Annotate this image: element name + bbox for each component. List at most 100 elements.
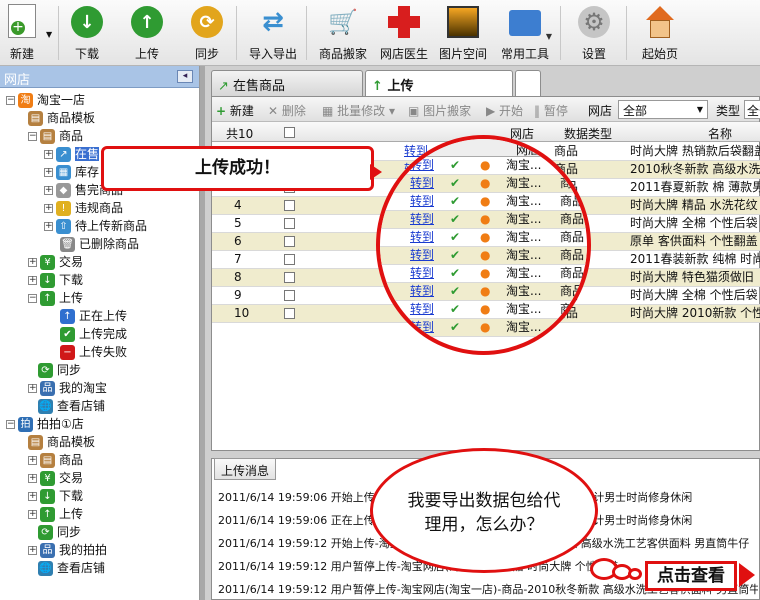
expand-icon[interactable]: + — [44, 186, 53, 195]
tab-on-sale[interactable]: ↗ 在售商品 — [211, 70, 363, 96]
common-tools-button[interactable]: 常用工具 ▼ — [496, 0, 554, 64]
status-ok-icon: ✔ — [450, 230, 461, 244]
tree-item-download-2[interactable]: + ↓ 下载 — [28, 487, 83, 505]
globe-icon: 🌐 — [38, 399, 53, 414]
tree-item-trade[interactable]: + ¥ 交易 — [28, 253, 83, 271]
tree-label: 拍拍①店 — [37, 417, 84, 431]
row-checkbox[interactable] — [284, 305, 295, 322]
tab-new[interactable] — [515, 70, 541, 96]
collapse-icon[interactable]: − — [28, 132, 37, 141]
red-cross-icon — [388, 6, 420, 38]
tree-label: 查看店铺 — [57, 399, 106, 413]
row-checkbox[interactable] — [284, 269, 295, 286]
tree-item-my-taobao[interactable]: + 品我的淘宝 — [28, 379, 107, 397]
expand-icon[interactable]: + — [28, 276, 37, 285]
tree-item-sync[interactable]: ⟳ 同步 — [38, 361, 81, 379]
expand-icon[interactable]: + — [44, 150, 53, 159]
magnified-type: 商品 — [560, 302, 585, 316]
picture-space-button[interactable]: 图片空间 — [436, 0, 490, 64]
expand-icon[interactable]: + — [28, 456, 37, 465]
tree-shop-paipai[interactable]: − 拍拍拍①店 — [6, 415, 84, 433]
tree-label: 商品 — [59, 453, 84, 467]
collapse-icon[interactable]: − — [28, 294, 37, 303]
grid-image-move-button[interactable]: ▣ 图片搬家 — [408, 102, 471, 119]
upload-button[interactable]: ↑ 上传 — [124, 0, 170, 64]
sync-button[interactable]: ⟳ 同步 — [184, 0, 230, 64]
tools-folder-icon — [509, 10, 541, 36]
taobao-icon: ● — [480, 284, 491, 298]
row-checkbox[interactable] — [284, 197, 295, 214]
col-name[interactable]: 名称 — [708, 125, 732, 142]
new-dropdown-arrow[interactable]: ▼ — [46, 30, 52, 39]
shop-filter-select[interactable]: 全部 ▼ — [618, 100, 708, 119]
row-checkbox[interactable] — [284, 233, 295, 250]
tree-label: 违规商品 — [75, 201, 124, 215]
import-export-icon: ⇄ — [262, 7, 284, 37]
tree-item-upload-done[interactable]: ✔ 上传完成 — [60, 325, 127, 343]
tree-item-uploading[interactable]: ↑ 正在上传 — [60, 307, 127, 325]
row-number: 10 — [234, 306, 250, 320]
settings-button[interactable]: ⚙ 设置 — [568, 0, 620, 64]
home-button[interactable]: 起始页 — [634, 0, 686, 64]
expand-icon[interactable]: + — [28, 384, 37, 393]
tree-shop-taobao[interactable]: − 淘淘宝一店 — [6, 91, 85, 109]
row-checkbox[interactable] — [284, 215, 295, 232]
download-button[interactable]: ↓ 下载 — [64, 0, 110, 64]
magnified-type: 商品 — [560, 230, 585, 244]
expand-icon[interactable]: + — [28, 546, 37, 555]
tools-dropdown-arrow[interactable]: ▼ — [546, 32, 552, 41]
expand-icon[interactable]: + — [28, 258, 37, 267]
row-number: 8 — [234, 270, 242, 284]
tree-item-template[interactable]: ▤ 商品模板 — [28, 109, 95, 127]
tree-item-view-shop-2[interactable]: 🌐 查看店铺 — [38, 559, 105, 577]
new-button[interactable]: + 新建 — [0, 0, 44, 64]
tab-upload[interactable]: ↑ 上传 — [365, 70, 513, 96]
collapse-icon[interactable]: − — [6, 420, 15, 429]
magnified-shop: 淘宝... — [506, 176, 542, 190]
grid-batch-edit-button[interactable]: ▦ 批量修改 ▾ — [322, 102, 395, 119]
tree-item-sync-2[interactable]: ⟳ 同步 — [38, 523, 81, 541]
log-tab[interactable]: 上传消息 — [214, 458, 277, 480]
tree-item-deleted[interactable]: 🗑 已删除商品 — [60, 235, 139, 253]
import-export-button[interactable]: ⇄ 导入导出 — [244, 0, 302, 64]
magnified-row: 转到 ✔ ● 淘宝... 商品 — [380, 211, 587, 229]
row-checkbox[interactable] — [284, 251, 295, 268]
collapse-icon[interactable]: − — [6, 96, 15, 105]
tree-item-view-shop[interactable]: 🌐 查看店铺 — [38, 397, 105, 415]
shop-doctor-button[interactable]: 网店医生 — [378, 0, 430, 64]
grid-start-button[interactable]: ▶ 开始 — [486, 102, 523, 119]
row-name: 2011春夏新款 棉 薄款男 — [630, 180, 760, 194]
move-goods-button[interactable]: 🛒 商品搬家 — [312, 0, 374, 64]
tree-item-goods[interactable]: − ▤ 商品 — [28, 127, 83, 145]
tree-item-stock[interactable]: + ▦ 库存 — [44, 163, 99, 181]
grid-delete-button[interactable]: ✕ 删除 — [268, 102, 306, 119]
expand-icon[interactable]: + — [44, 168, 53, 177]
row-checkbox[interactable] — [284, 287, 295, 304]
expand-icon[interactable]: + — [44, 204, 53, 213]
tree-item-on-sale[interactable]: + ↗ 在售 — [44, 145, 100, 163]
expand-icon[interactable]: + — [28, 474, 37, 483]
type-filter-select[interactable]: 全部 — [744, 100, 760, 119]
col-select[interactable] — [284, 125, 295, 139]
pin-panel-button[interactable]: ◂ — [177, 70, 193, 83]
tree-item-upload-failed[interactable]: − 上传失败 — [60, 343, 127, 361]
tree-item-upload-2[interactable]: + ↑ 上传 — [28, 505, 83, 523]
expand-icon[interactable]: + — [44, 222, 53, 231]
tree-item-trade-2[interactable]: + ¥ 交易 — [28, 469, 83, 487]
tree-item-upload[interactable]: − ↑ 上传 — [28, 289, 83, 307]
tree-item-my-paipai[interactable]: + 品我的拍拍 — [28, 541, 107, 559]
tree-item-goods-2[interactable]: + ▤ 商品 — [28, 451, 83, 469]
row-name: 时尚大牌 热销款后袋翻盖 — [630, 144, 760, 158]
expand-icon[interactable]: + — [28, 510, 37, 519]
tree-item-download[interactable]: + ↓ 下载 — [28, 271, 83, 289]
expand-icon[interactable]: + — [28, 492, 37, 501]
tree-item-violation[interactable]: +! 违规商品 — [44, 199, 123, 217]
tab-bar: ↗ 在售商品 ↑ 上传 — [205, 70, 760, 96]
tree-item-pending[interactable]: + ⇧ 待上传新商品 — [44, 217, 147, 235]
tree-item-template-2[interactable]: ▤ 商品模板 — [28, 433, 95, 451]
grid-pause-button[interactable]: ‖ 暂停 — [534, 102, 568, 119]
click-view-button[interactable]: 点击查看 — [645, 561, 737, 591]
upload-icon: ↑ — [40, 507, 55, 522]
tree-label: 我的拍拍 — [59, 543, 108, 557]
grid-new-button[interactable]: + 新建 — [216, 102, 254, 119]
